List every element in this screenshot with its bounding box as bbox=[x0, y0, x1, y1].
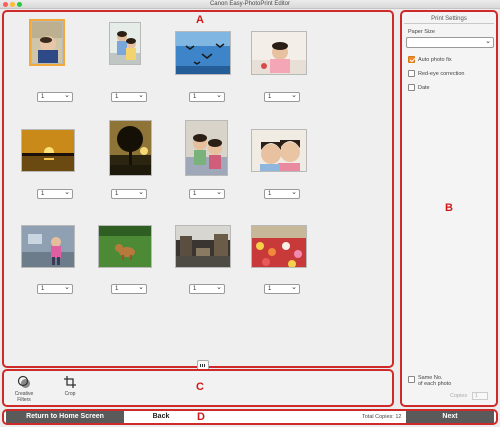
auto-photo-fix-checkbox[interactable] bbox=[408, 56, 415, 63]
chevron-down-icon: ⌄ bbox=[64, 284, 70, 291]
chevron-down-icon: ⌄ bbox=[138, 189, 144, 196]
red-eye-correction-checkbox[interactable] bbox=[408, 70, 415, 77]
photo-thumbnail[interactable] bbox=[98, 225, 152, 268]
photo-thumbnail[interactable] bbox=[175, 225, 231, 268]
region-label-d: D bbox=[197, 411, 205, 423]
back-button[interactable]: Back bbox=[124, 411, 198, 423]
crop-label: Crop bbox=[64, 391, 76, 397]
copies-select[interactable]: 1 ⌄ bbox=[189, 189, 225, 199]
paper-size-label: Paper Size bbox=[408, 29, 435, 35]
photo-thumbnail[interactable] bbox=[251, 225, 307, 268]
photo-thumbnail[interactable] bbox=[109, 120, 152, 176]
photo-thumbnail[interactable] bbox=[251, 31, 307, 75]
photo-dog-on-grass bbox=[99, 226, 151, 267]
window-title: Canon Easy-PhotoPrint Editor bbox=[209, 1, 291, 7]
copies-label: Copies bbox=[450, 393, 468, 399]
region-label-b: B bbox=[445, 202, 453, 214]
creative-filters-icon bbox=[17, 375, 30, 388]
title-bar: Canon Easy-PhotoPrint Editor bbox=[0, 0, 500, 9]
photo-thumbnail[interactable] bbox=[185, 120, 228, 176]
photo-thumbnail[interactable] bbox=[29, 19, 65, 66]
photo-two-kids-sitting bbox=[110, 23, 140, 64]
photo-two-girls-closeup bbox=[252, 130, 306, 171]
creative-filters-label: Creative Filters bbox=[14, 391, 34, 403]
photo-grid-area: A 1 ⌄ 1 ⌄ 1 ⌄ 1 ⌄ 1 ⌄ 1 ⌄ 1 ⌄ 1 ⌄ 1 ⌄ 1 ⌄ 1 ⌄ bbox=[2, 10, 394, 371]
copies-select[interactable]: 1 ⌄ bbox=[37, 189, 73, 199]
photo-birds-over-sea bbox=[176, 32, 230, 74]
copies-disabled-select[interactable]: 1 bbox=[472, 392, 488, 400]
edit-tools-area: Creative Filters Crop C bbox=[2, 369, 394, 407]
photo-flower-market bbox=[252, 226, 306, 267]
footer-area: Return to Home Screen Back D Total Copie… bbox=[2, 409, 498, 425]
copies-select[interactable]: 1 ⌄ bbox=[264, 189, 300, 199]
copies-select[interactable]: 1 ⌄ bbox=[264, 284, 300, 294]
copies-select[interactable]: 1 ⌄ bbox=[111, 92, 147, 102]
chevron-down-icon: ⌄ bbox=[64, 189, 70, 196]
photo-toddler-on-bed bbox=[252, 32, 306, 74]
copies-select[interactable]: 1 ⌄ bbox=[111, 284, 147, 294]
photo-thumbnail[interactable] bbox=[251, 129, 307, 172]
copies-select[interactable]: 1 ⌄ bbox=[37, 284, 73, 294]
photo-thumbnail[interactable] bbox=[21, 225, 75, 268]
next-button[interactable]: Next bbox=[406, 411, 494, 423]
region-label-a: A bbox=[196, 14, 204, 26]
photo-thumbnail[interactable] bbox=[109, 22, 141, 65]
photo-city-street bbox=[176, 226, 230, 267]
chevron-down-icon: ⌄ bbox=[291, 189, 297, 196]
photo-tree-silhouette bbox=[110, 121, 151, 175]
date-label: Date bbox=[418, 85, 430, 91]
chevron-down-icon: ⌄ bbox=[485, 38, 491, 45]
chevron-down-icon: ⌄ bbox=[216, 284, 222, 291]
print-settings-heading: Print Settings bbox=[404, 14, 494, 24]
red-eye-correction-label: Red-eye correction bbox=[418, 71, 465, 77]
copies-select[interactable]: 1 ⌄ bbox=[189, 284, 225, 294]
chevron-down-icon: ⌄ bbox=[138, 284, 144, 291]
total-copies-label: Total Copies: 12 bbox=[362, 414, 402, 420]
copies-select[interactable]: 1 ⌄ bbox=[189, 92, 225, 102]
photo-sunset-lake bbox=[22, 130, 74, 171]
photo-child-running bbox=[22, 226, 74, 267]
photo-siblings-indoor bbox=[186, 121, 227, 175]
paper-size-select[interactable]: ⌄ bbox=[406, 37, 494, 48]
crop-button[interactable]: Crop bbox=[56, 375, 84, 397]
chevron-down-icon: ⌄ bbox=[216, 92, 222, 99]
chevron-down-icon: ⌄ bbox=[64, 92, 70, 99]
region-label-c: C bbox=[196, 381, 204, 393]
chevron-down-icon: ⌄ bbox=[291, 284, 297, 291]
copies-select[interactable]: 1 ⌄ bbox=[111, 189, 147, 199]
return-home-button[interactable]: Return to Home Screen bbox=[6, 411, 124, 423]
photo-baby-sleeping bbox=[32, 22, 62, 63]
chevron-down-icon: ⌄ bbox=[216, 189, 222, 196]
date-checkbox[interactable] bbox=[408, 84, 415, 91]
copies-select[interactable]: 1 ⌄ bbox=[264, 92, 300, 102]
creative-filters-button[interactable]: Creative Filters bbox=[10, 375, 38, 403]
crop-icon bbox=[64, 376, 76, 388]
copies-select[interactable]: 1 ⌄ bbox=[37, 92, 73, 102]
auto-photo-fix-label: Auto photo fix bbox=[418, 57, 452, 63]
print-settings-area: Print Settings Paper Size ⌄ Auto photo f… bbox=[400, 10, 498, 407]
photo-thumbnail[interactable] bbox=[175, 31, 231, 75]
photo-thumbnail[interactable] bbox=[21, 129, 75, 172]
same-number-checkbox[interactable] bbox=[408, 376, 415, 383]
same-number-label: Same No. of each photo bbox=[418, 375, 452, 387]
chevron-down-icon: ⌄ bbox=[138, 92, 144, 99]
chevron-down-icon: ⌄ bbox=[291, 92, 297, 99]
